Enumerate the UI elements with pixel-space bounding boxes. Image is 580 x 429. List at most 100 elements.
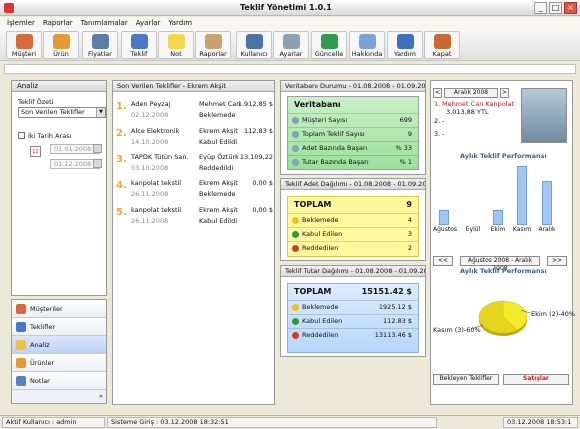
offer-summary-select[interactable]: Son Verilen Teklifler ▼ bbox=[18, 107, 106, 118]
db-row-value: 9 bbox=[407, 130, 412, 138]
toolbar-kapat-button[interactable]: Kapat bbox=[424, 31, 460, 59]
customers-icon bbox=[16, 303, 26, 314]
range-next-button[interactable]: >> bbox=[547, 256, 567, 266]
toolbar-urun-button[interactable]: Ürün bbox=[43, 31, 79, 59]
month-label: Aralık 2008 bbox=[444, 88, 498, 98]
list-item[interactable]: 3. TAPDK Tütün San. 03.10.2008 Eyüp Öztü… bbox=[113, 150, 274, 176]
amount-total-value: 15151.42 $ bbox=[361, 287, 412, 296]
db-row-value: % 1 bbox=[399, 158, 412, 166]
row-status: Reddedildi bbox=[199, 164, 234, 172]
db-row-offers: Toplam Teklif Sayısı 9 bbox=[288, 127, 418, 141]
db-row-label: Tutar Bazında Başarı bbox=[302, 158, 369, 166]
db-status-header: Veritabanı Durumu - 01.08.2008 - 01.09.2… bbox=[281, 81, 425, 92]
db-status-card: Veritabanı Müşteri Sayısı 699 Toplam Tekl… bbox=[287, 96, 419, 170]
nav-item-musteriler[interactable]: Müşteriler bbox=[12, 300, 106, 318]
toolbar-yardim-button[interactable]: Yardım bbox=[387, 31, 423, 59]
count-dist-panel: Teklif Adet Dağılımı - 01.08.2008 - 01.0… bbox=[280, 178, 426, 261]
pending-offers-button[interactable]: Bekleyen Teklifler bbox=[433, 374, 499, 385]
row-status: Beklemede bbox=[199, 190, 236, 198]
rank-2-number: 2. bbox=[434, 117, 441, 125]
minimize-icon[interactable]: _ bbox=[534, 2, 547, 14]
sales-button[interactable]: Satışlar bbox=[503, 374, 569, 385]
row-user: Eyüp Öztürk bbox=[199, 153, 239, 161]
star-icon bbox=[292, 318, 299, 325]
menu-bar: İşlemler Raporlar Tanımlamalar Ayarlar Y… bbox=[0, 17, 580, 29]
row-company: kanpolat tekstil bbox=[131, 206, 182, 214]
menu-ayarlar[interactable]: Ayarlar bbox=[136, 19, 161, 27]
row-company: kanpolat tekstil bbox=[131, 179, 182, 187]
close-icon[interactable]: × bbox=[564, 2, 577, 14]
bar-0 bbox=[439, 210, 449, 225]
status-now: 03.12.2008 18:53:1 bbox=[503, 417, 578, 428]
performance-panel: < Aralık 2008 > 1. Mehmet Can Kanpolat 3… bbox=[430, 80, 575, 405]
toolbar-guncelle-button[interactable]: Güncelle bbox=[311, 31, 347, 59]
amount-row-label: Reddedilen bbox=[302, 331, 339, 339]
note-icon bbox=[167, 34, 185, 49]
row-user: Ekrem Akşit bbox=[199, 206, 238, 214]
list-item[interactable]: 5. kanpolat tekstil 26.11.2008 Ekrem Akş… bbox=[113, 203, 274, 229]
toolbar-fiyatlar-button[interactable]: Fiyatlar bbox=[82, 31, 118, 59]
toolbar-musteri-button[interactable]: Müşteri bbox=[6, 31, 42, 59]
db-row-label: Müşteri Sayısı bbox=[302, 116, 348, 124]
bar-3 bbox=[517, 166, 527, 225]
nav-expand-button[interactable]: » bbox=[12, 390, 106, 403]
rank-3-number: 3. bbox=[434, 130, 441, 138]
row-company: Aden Peyzaj bbox=[131, 100, 171, 108]
toolbar-teklif-button[interactable]: Teklif bbox=[121, 31, 157, 59]
row-company: TAPDK Tütün San. bbox=[131, 153, 189, 161]
nav-item-urunler[interactable]: Ürünler bbox=[12, 354, 106, 372]
count-row-label: Reddedilen bbox=[302, 244, 339, 252]
product-icon bbox=[52, 34, 70, 49]
date-range-checkbox[interactable] bbox=[18, 132, 25, 139]
amount-row-label: Kabul Edilen bbox=[302, 317, 343, 325]
toolbar-not-button[interactable]: Not bbox=[158, 31, 194, 59]
about-icon bbox=[358, 34, 376, 49]
app-icon bbox=[4, 3, 14, 13]
nav-label: Teklifler bbox=[30, 322, 56, 331]
window-title: Teklif Yönetimi 1.0.1 bbox=[240, 3, 332, 12]
list-item[interactable]: 2. Alce Elektronik 14.10.2008 Ekrem Akşi… bbox=[113, 124, 274, 150]
menu-tanimlamalar[interactable]: Tanımlamalar bbox=[81, 19, 128, 27]
maximize-icon[interactable]: □ bbox=[549, 2, 562, 14]
rank-1-value: 3.013,88 YTL bbox=[446, 108, 489, 116]
month-next-button[interactable]: > bbox=[500, 88, 509, 98]
toolbar-raporlar-button[interactable]: Raporlar bbox=[195, 31, 231, 59]
count-total-value: 9 bbox=[406, 200, 412, 209]
menu-raporlar[interactable]: Raporlar bbox=[43, 19, 73, 27]
amount-total-row: TOPLAM 15151.42 $ bbox=[288, 284, 418, 300]
star-icon bbox=[292, 332, 299, 339]
info-icon bbox=[292, 131, 299, 138]
analysis-header: Analiz bbox=[12, 81, 106, 92]
nav-label: Notlar bbox=[30, 376, 50, 385]
chevron-down-icon[interactable]: ▼ bbox=[96, 108, 105, 117]
toolbar-kullanici-button[interactable]: Kullanıcı bbox=[236, 31, 272, 59]
row-amount: 112,83 $ bbox=[244, 127, 273, 135]
rank-1-name: Mehmet Can Kanpolat bbox=[442, 100, 515, 108]
nav-label: Müşteriler bbox=[30, 304, 63, 313]
date-to-picker-icon[interactable] bbox=[93, 159, 102, 168]
amount-row-value: 13113.46 $ bbox=[374, 331, 412, 339]
count-row-label: Beklemede bbox=[302, 216, 339, 224]
nav-item-teklifler[interactable]: Teklifler bbox=[12, 318, 106, 336]
count-row-value: 3 bbox=[407, 230, 412, 238]
date-from-picker-icon[interactable] bbox=[93, 144, 102, 153]
amount-row-label: Beklemede bbox=[302, 303, 339, 311]
range-prev-button[interactable]: << bbox=[433, 256, 453, 266]
list-item[interactable]: 1. Aden Peyzaj 02.12.2008 Mehmet Can K B… bbox=[113, 97, 274, 123]
exit-icon bbox=[433, 34, 451, 49]
menu-yardim[interactable]: Yardım bbox=[168, 19, 192, 27]
nav-item-analiz[interactable]: Analiz bbox=[12, 336, 106, 354]
row-number: 5. bbox=[116, 207, 127, 218]
month-prev-button[interactable]: < bbox=[433, 88, 442, 98]
toolbar-ayarlar-button[interactable]: Ayarlar bbox=[273, 31, 309, 59]
star-icon bbox=[292, 245, 299, 252]
pie-chart-title: Aylık Teklif Performansı bbox=[460, 267, 547, 275]
menu-islemler[interactable]: İşlemler bbox=[7, 19, 35, 27]
list-item[interactable]: 4. kanpolat tekstil 26.11.2008 Ekrem Akş… bbox=[113, 176, 274, 202]
nav-item-notlar[interactable]: Notlar bbox=[12, 372, 106, 390]
toolbar-hakkinda-button[interactable]: Hakkında bbox=[349, 31, 385, 59]
db-row-label: Toplam Teklif Sayısı bbox=[302, 130, 365, 138]
user-icon bbox=[245, 34, 263, 49]
amount-total-label: TOPLAM bbox=[294, 287, 332, 296]
count-row-rejected: Reddedilen 2 bbox=[288, 241, 418, 255]
